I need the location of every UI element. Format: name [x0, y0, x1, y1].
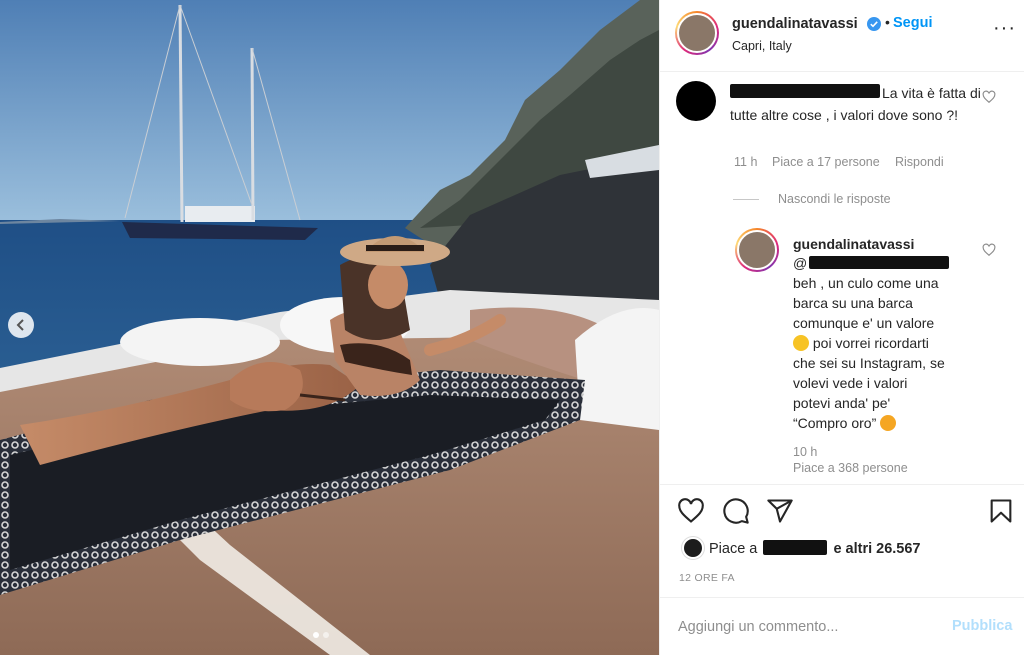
reply-mention-prefix[interactable]: @ [793, 255, 807, 271]
carousel-dot [313, 632, 319, 638]
publish-button[interactable]: Pubblica [952, 618, 1012, 634]
reply-line: volevi vede i valori [793, 375, 908, 391]
carousel-dots [313, 632, 329, 638]
comment-like-heart-icon[interactable] [982, 90, 996, 104]
reply-username[interactable]: guendalinatavassi [793, 236, 914, 252]
hide-replies-line [733, 199, 759, 200]
post-photo[interactable] [0, 0, 659, 655]
likes-prefix: Piace a [709, 541, 758, 557]
post-actions: Piace a e altri 26.567 12 ORE FA [660, 484, 1024, 584]
reply-line: potevi anda' pe' [793, 395, 891, 411]
reply-likes[interactable]: Piace a 368 persone [793, 461, 908, 475]
reply-line: comunque e' un valore [793, 315, 935, 331]
redacted-liker [763, 540, 828, 555]
liker-avatar[interactable] [682, 537, 704, 559]
grinning-emoji-icon [793, 335, 809, 351]
more-options-icon[interactable]: ··· [993, 18, 1015, 43]
header-separator: • [885, 14, 890, 30]
redacted-mention [809, 256, 950, 269]
post-side-panel: guendalinatavassi • Segui Capri, Italy ·… [659, 0, 1024, 655]
add-comment-input[interactable] [678, 616, 928, 638]
carousel-dot [323, 632, 329, 638]
chevron-left-icon [16, 319, 24, 331]
reply-line: “Compro oro” [793, 415, 881, 431]
post-location[interactable]: Capri, Italy [732, 39, 792, 53]
verified-badge-icon [867, 17, 881, 31]
reply-author-avatar[interactable] [735, 228, 779, 272]
likes-count[interactable]: e altri 26.567 [833, 541, 920, 557]
reply-text: @ beh , un culo come una barca su una ba… [793, 253, 993, 433]
likes-summary[interactable]: Piace a e altri 26.567 [709, 540, 921, 557]
comment-time: 11 h [734, 155, 758, 169]
reply-line: barca su una barca [793, 295, 913, 311]
comment-text: La vita è fatta di tutte altre cose , i … [730, 85, 981, 123]
reply-line: che sei su Instagram, se [793, 355, 945, 371]
bookmark-icon[interactable] [987, 497, 1015, 525]
comment-likes[interactable]: Piace a 17 persone [772, 155, 880, 169]
carousel-prev-button[interactable] [8, 312, 34, 338]
post-timestamp[interactable]: 12 ORE FA [679, 572, 735, 584]
heart-icon[interactable] [677, 497, 705, 525]
add-comment-bar: Pubblica [660, 597, 1024, 655]
reply-button[interactable]: Rispondi [895, 155, 944, 169]
author-avatar[interactable] [675, 11, 719, 55]
commenter-avatar[interactable] [676, 81, 716, 121]
kissing-emoji-icon [880, 415, 897, 431]
reply-time: 10 h [793, 445, 818, 459]
follow-button[interactable]: Segui [893, 15, 932, 31]
author-username[interactable]: guendalinatavassi [732, 16, 858, 32]
paper-plane-icon[interactable] [766, 497, 794, 525]
comments-list[interactable]: La vita è fatta di tutte altre cose , i … [660, 73, 1024, 483]
post-header: guendalinatavassi • Segui Capri, Italy ·… [660, 0, 1024, 72]
hide-replies-button[interactable]: Nascondi le risposte [778, 192, 891, 206]
comment-icon[interactable] [722, 497, 750, 525]
reply-line: beh , un culo come una [793, 275, 939, 291]
post-image [0, 0, 659, 655]
reply-line: poi vorrei ricordarti [809, 335, 929, 351]
